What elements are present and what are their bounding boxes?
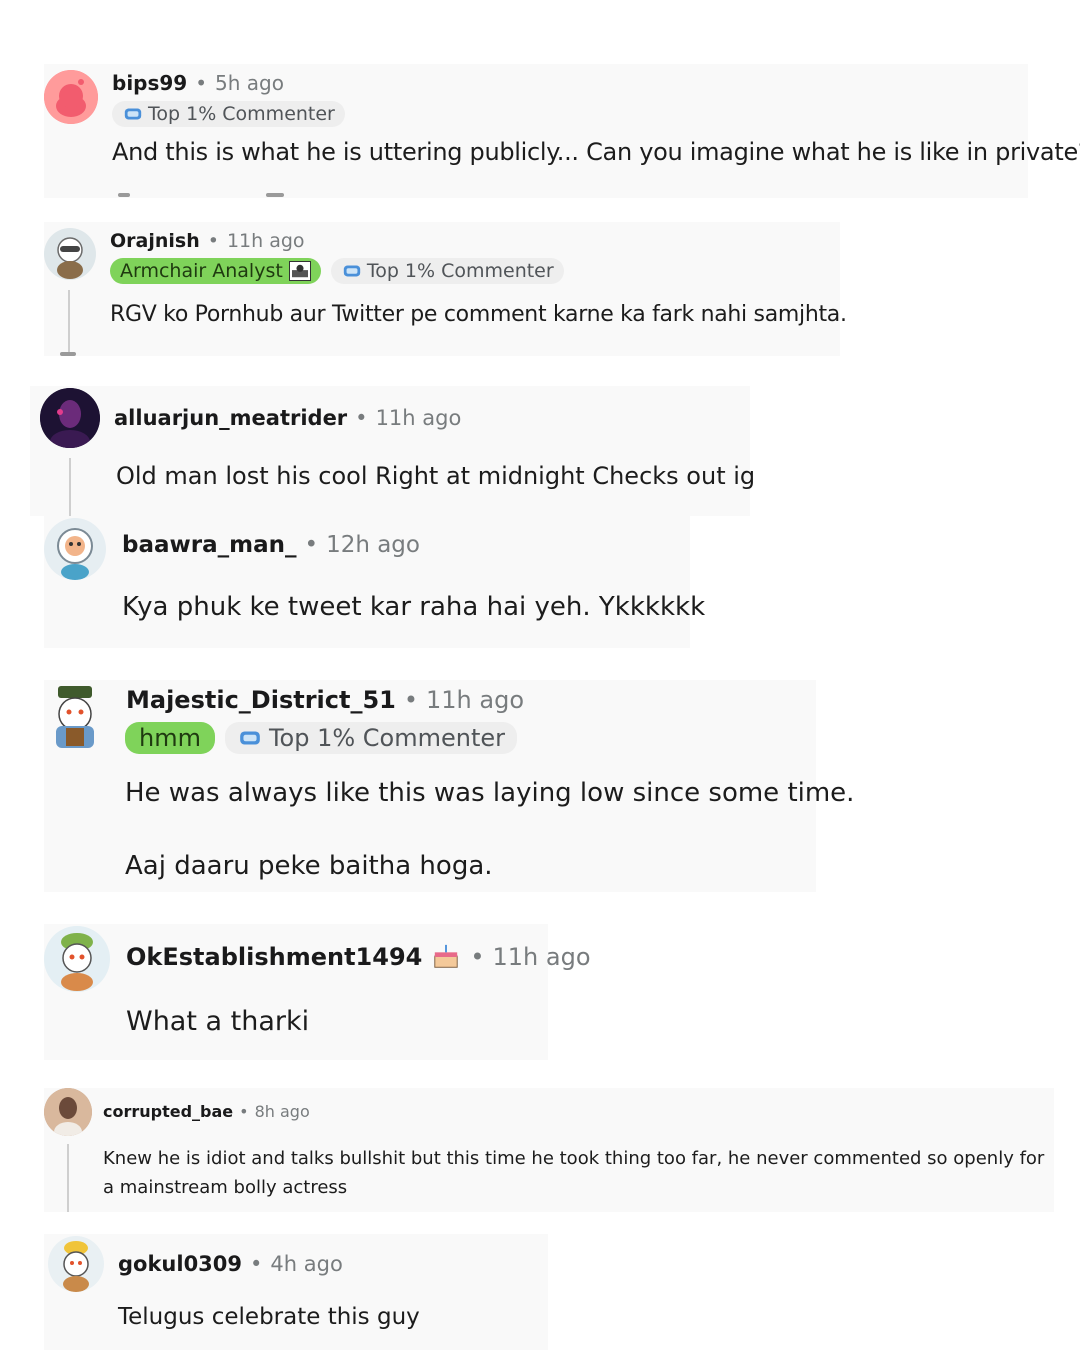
avatar[interactable]	[44, 228, 96, 280]
flair-badge: Armchair Analyst	[110, 258, 321, 284]
comment-meta: baawra_man_ • 12h ago	[122, 530, 420, 560]
snoo-avatar-icon	[56, 686, 94, 748]
action-row-peek	[60, 352, 76, 356]
flair-label: Armchair Analyst	[120, 260, 283, 282]
comment-body: Old man lost his cool Right at midnight …	[116, 462, 756, 490]
flair-label: hmm	[139, 724, 201, 752]
thread-line[interactable]	[67, 1144, 69, 1212]
comment-meta: Majestic_District_51 • 11h ago	[126, 684, 524, 716]
user-flairs: hmm Top 1% Commenter	[125, 721, 518, 755]
separator-dot: •	[355, 406, 368, 430]
username[interactable]: bips99	[112, 71, 187, 95]
flair-label: Top 1% Commenter	[366, 260, 554, 282]
separator-dot: •	[470, 943, 485, 971]
username[interactable]: baawra_man_	[122, 532, 296, 558]
avatar[interactable]	[40, 388, 100, 448]
username[interactable]: alluarjun_meatrider	[114, 406, 347, 430]
separator-dot: •	[207, 230, 219, 252]
action-row-peek	[118, 193, 130, 197]
cake-icon	[430, 942, 462, 972]
comment-meta: Orajnish • 11h ago	[110, 228, 305, 254]
username[interactable]: Orajnish	[110, 230, 200, 252]
thread-line[interactable]	[69, 458, 71, 518]
avatar[interactable]	[44, 1088, 92, 1136]
snoo-avatar-icon	[44, 518, 106, 580]
timestamp: 8h ago	[254, 1101, 310, 1121]
comment-body: Kya phuk ke tweet kar raha hai yeh. Ykkk…	[122, 592, 706, 622]
trophy-icon	[237, 725, 263, 751]
flair-emoji-icon	[288, 261, 311, 281]
timestamp: 12h ago	[326, 532, 420, 558]
flair-badge: Top 1% Commenter	[224, 722, 518, 754]
avatar[interactable]	[44, 70, 98, 124]
user-flairs: Armchair Analyst Top 1% Commenter	[110, 257, 564, 285]
separator-dot: •	[239, 1101, 249, 1121]
flair-badge: Top 1% Commenter	[330, 258, 564, 284]
flair-label: Top 1% Commenter	[148, 103, 335, 125]
timestamp: 11h ago	[426, 686, 525, 714]
flair-label: Top 1% Commenter	[268, 724, 506, 752]
avatar[interactable]	[44, 684, 106, 750]
separator-dot: •	[250, 1252, 263, 1276]
comment-body: He was always like this was laying low s…	[125, 778, 855, 808]
snoo-avatar-icon	[44, 926, 110, 992]
avatar[interactable]	[44, 926, 110, 992]
comment-body: RGV ko Pornhub aur Twitter pe comment ka…	[110, 302, 847, 327]
separator-dot: •	[403, 686, 419, 714]
comment-body: Telugus celebrate this guy	[118, 1304, 420, 1330]
comment-meta: corrupted_bae • 8h ago	[103, 1100, 310, 1122]
comment-meta: alluarjun_meatrider • 11h ago	[114, 404, 461, 432]
flair-badge: Top 1% Commenter	[112, 101, 345, 127]
separator-dot: •	[195, 71, 208, 95]
comment-meta: OkEstablishment1494 • 11h ago	[126, 940, 591, 974]
username[interactable]: gokul0309	[118, 1252, 242, 1276]
username[interactable]: Majestic_District_51	[126, 686, 396, 714]
comment-meta: bips99 • 5h ago	[112, 70, 284, 96]
avatar[interactable]	[48, 1236, 104, 1292]
flair-badge: hmm	[125, 722, 215, 754]
comment-body: Knew he is idiot and talks bullshit but …	[103, 1148, 1045, 1198]
action-row-peek	[266, 193, 284, 197]
timestamp: 11h ago	[492, 943, 591, 971]
username[interactable]: corrupted_bae	[103, 1102, 233, 1121]
timestamp: 5h ago	[215, 71, 284, 95]
trophy-icon	[341, 260, 363, 282]
timestamp: 11h ago	[226, 230, 305, 252]
user-flairs: Top 1% Commenter	[112, 100, 345, 128]
timestamp: 4h ago	[270, 1252, 343, 1276]
snoo-avatar-icon	[44, 70, 98, 124]
snoo-avatar-icon	[48, 1236, 104, 1292]
comment-body: What a tharki	[126, 1006, 310, 1037]
thread-line[interactable]	[68, 290, 70, 352]
comment-meta: gokul0309 • 4h ago	[118, 1250, 343, 1278]
avatar[interactable]	[44, 518, 106, 580]
profile-photo-icon	[44, 1088, 92, 1136]
profile-photo-icon	[40, 388, 100, 448]
timestamp: 11h ago	[375, 406, 462, 430]
separator-dot: •	[304, 532, 319, 558]
trophy-icon	[122, 103, 144, 125]
snoo-avatar-icon	[44, 228, 96, 280]
comment-body: And this is what he is uttering publicly…	[112, 138, 1080, 166]
username[interactable]: OkEstablishment1494	[126, 943, 422, 971]
comment-body-paragraph: Aaj daaru peke baitha hoga.	[125, 851, 493, 881]
